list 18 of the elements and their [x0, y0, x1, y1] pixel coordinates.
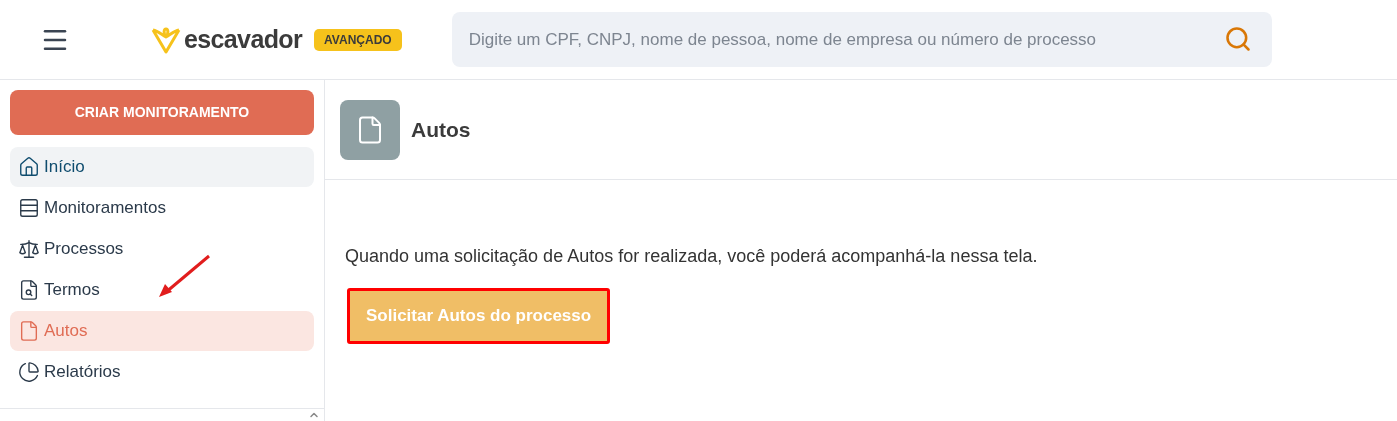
annotation-arrow: [159, 254, 211, 298]
stack-icon: [18, 197, 40, 219]
sidebar-item[interactable]: Processos: [10, 229, 314, 269]
sidebar-item[interactable]: Início: [10, 147, 314, 187]
home-icon: [18, 156, 40, 178]
page-title: Autos: [411, 116, 471, 143]
plan-badge: AVANÇADO: [314, 28, 402, 51]
scale-icon: [18, 238, 40, 260]
search-field[interactable]: Digite um CPF, CNPJ, nome de pessoa, nome de empresa ou número de processo: [451, 12, 1272, 67]
pie-chart-icon: [18, 361, 40, 383]
empty-state-message: Quando uma solicitação de Autos for realizada, você poderá acompanhá-la nessa tela.: [345, 245, 1038, 268]
search-icon[interactable]: [1223, 25, 1252, 53]
sidebar-item[interactable]: Monitoramentos: [10, 188, 314, 228]
file-icon: [18, 320, 40, 342]
file-search-icon: [18, 279, 40, 301]
logo-text: escavador: [184, 23, 303, 55]
sidebar-item[interactable]: Termos: [10, 270, 314, 310]
sidebar-item[interactable]: Relatórios: [10, 352, 314, 392]
